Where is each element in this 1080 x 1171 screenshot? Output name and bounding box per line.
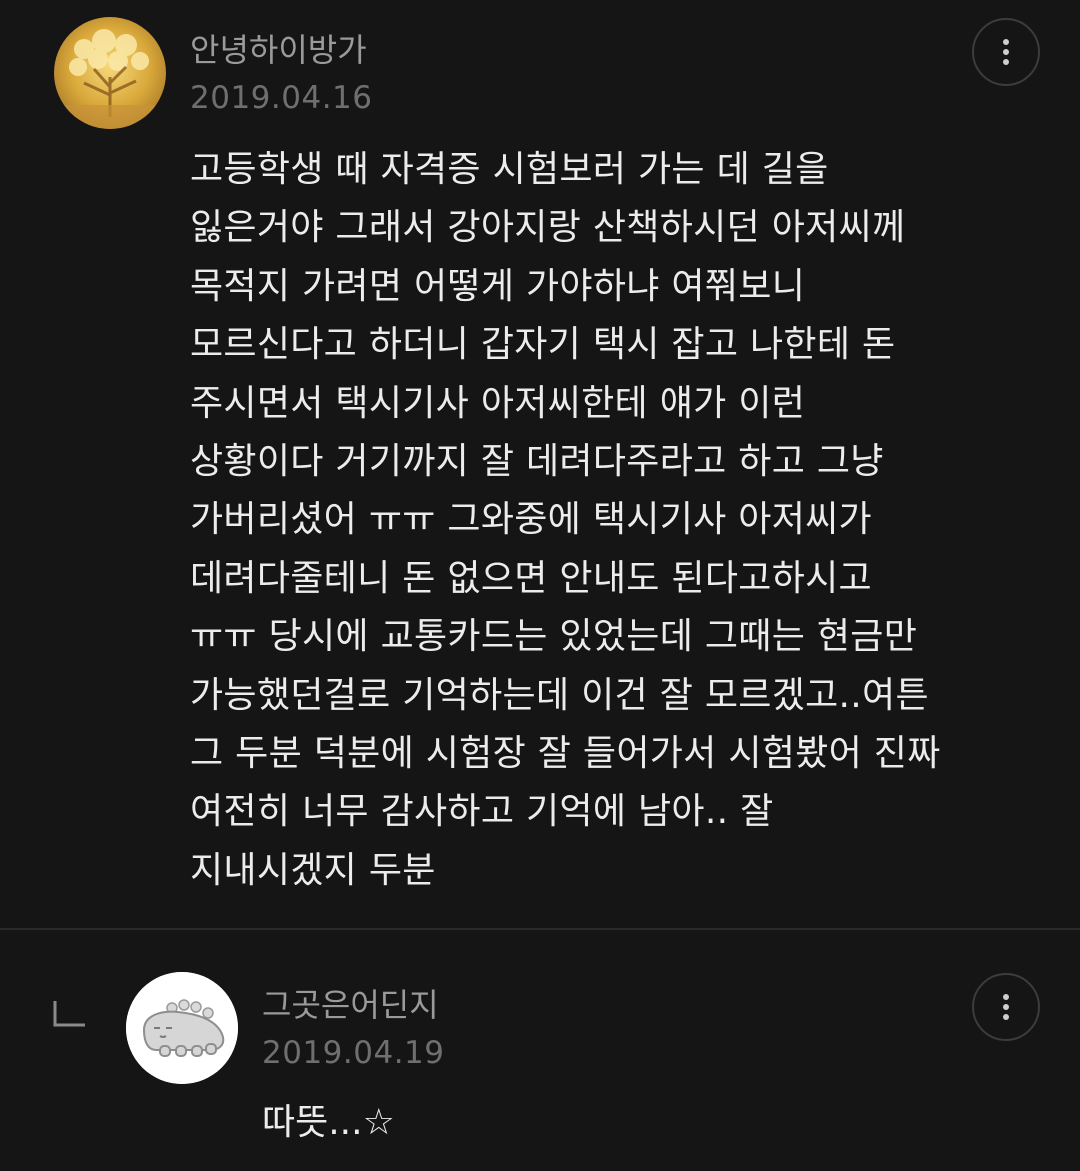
comment-line: 목적지 가려면 어떻게 가야하냐 여쭤보니 — [190, 265, 806, 307]
comment-divider — [0, 928, 1080, 930]
more-vertical-icon — [1003, 994, 1009, 1020]
dinosaur-character-avatar-icon[interactable] — [126, 972, 238, 1084]
comment-line: 지내시겠지 두분 — [190, 849, 436, 891]
comment-line: 가버리셨어 ㅠㅠ 그와중에 택시기사 아저씨가 — [190, 499, 872, 541]
comment-body: 고등학생 때 자격증 시험보러 가는 데 길을 잃은거야 그래서 강아지랑 산책… — [190, 141, 941, 900]
comment-line: 고등학생 때 자격증 시험보러 가는 데 길을 — [190, 149, 829, 190]
golden-tree-avatar-icon[interactable] — [54, 17, 166, 129]
comment-line: 가능했던걸로 기억하는데 이건 잘 모르겠고..여튼 — [190, 674, 929, 716]
comment-line: 그 두분 덕분에 시험장 잘 들어가서 시험봤어 진짜 — [190, 733, 941, 775]
comment-line: 여전히 너무 감사하고 기억에 남아.. 잘 — [190, 791, 774, 833]
comment-line: ㅠㅠ 당시에 교통카드는 있었는데 그때는 현금만 — [190, 616, 918, 658]
more-vertical-icon — [1003, 39, 1009, 65]
comment-line: 모르신다고 하더니 갑자기 택시 잡고 나한테 돈 — [190, 324, 896, 366]
comment-more-button[interactable] — [972, 18, 1040, 86]
reply-arrow-icon — [53, 1001, 85, 1027]
reply-username[interactable]: 그곳은어딘지 — [262, 985, 439, 1025]
comment-line: 잃은거야 그래서 강아지랑 산책하시던 아저씨께 — [190, 207, 906, 249]
reply-body: 따뜻...☆ — [262, 1102, 395, 1143]
reply-date: 2019.04.19 — [262, 1035, 445, 1071]
reply-more-button[interactable] — [972, 973, 1040, 1041]
comment-username[interactable]: 안녕하이방가 — [190, 30, 367, 70]
comment-line: 상황이다 거기까지 잘 데려다주라고 하고 그냥 — [190, 441, 884, 483]
comment-line: 주시면서 택시기사 아저씨한테 얘가 이런 — [190, 382, 806, 424]
comment-date: 2019.04.16 — [190, 80, 373, 116]
comment-line: 데려다줄테니 돈 없으면 안내도 된다고하시고 — [190, 557, 872, 599]
